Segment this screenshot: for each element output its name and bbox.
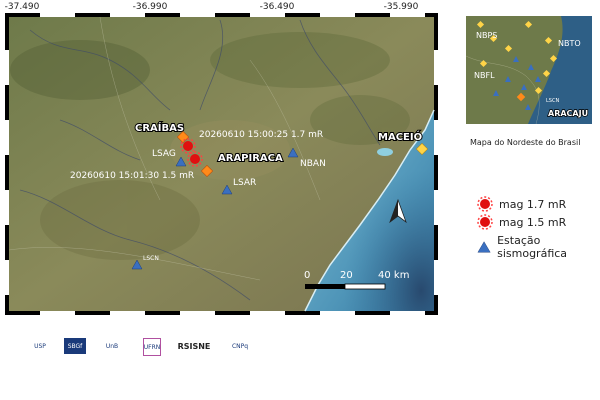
scale-label-0: 0 [304, 270, 310, 281]
blue-triangle-icon [477, 241, 491, 253]
event-label-1: 20260610 15:00:25 1.7 mR [199, 130, 323, 140]
inset-label-lscn: LSCN [546, 98, 559, 104]
station-label-nban: NBAN [300, 159, 326, 169]
station-label-lsar: LSAR [233, 178, 256, 188]
inset-label-nbps: NBPS [476, 31, 497, 40]
inset-label-nbfl: NBFL [474, 71, 495, 80]
lagoon [377, 148, 393, 156]
legend-item-mag15: mag 1.5 mR [477, 214, 566, 230]
red-star-icon [477, 196, 493, 212]
logo-unb: UnB [105, 342, 119, 350]
inset-map[interactable]: NBPS NBTO NBFL LSCN ARACAJU [466, 16, 592, 124]
inset-caption: Mapa do Nordeste do Brasil [470, 138, 581, 147]
scale-label-40: 40 km [378, 270, 409, 281]
legend-label-station: Estação sismográfica [497, 234, 568, 260]
logo-sbgf: SBGf [64, 338, 86, 354]
red-star-icon [477, 214, 493, 230]
station-label-lsag: LSAG [152, 149, 176, 159]
event-label-2: 20260610 15:01:30 1.5 mR [70, 171, 194, 181]
logo-cnpq: CNPq [231, 342, 249, 350]
legend-label-mag15: mag 1.5 mR [499, 215, 567, 229]
logo-rsisne: RSISNE [177, 341, 211, 351]
legend-item-mag17: mag 1.7 mR [477, 196, 566, 212]
logo-ufrn: UFRN [143, 338, 161, 356]
place-label-craibas: CRAÍBAS [135, 121, 184, 134]
place-label-arapiraca: ARAPIRACA [218, 153, 283, 164]
logo-usp: USP [34, 342, 46, 350]
station-label-lscn: LSCN [143, 255, 159, 262]
scale-label-20: 20 [340, 270, 353, 281]
inset-label-nbto: NBTO [558, 39, 581, 48]
inset-label-aracaju: ARACAJU [548, 109, 588, 118]
place-label-maceio: MACEIÓ [378, 130, 422, 143]
legend-label-mag17: mag 1.7 mR [499, 197, 567, 211]
legend-item-station: Estação sismográfica [477, 234, 600, 260]
